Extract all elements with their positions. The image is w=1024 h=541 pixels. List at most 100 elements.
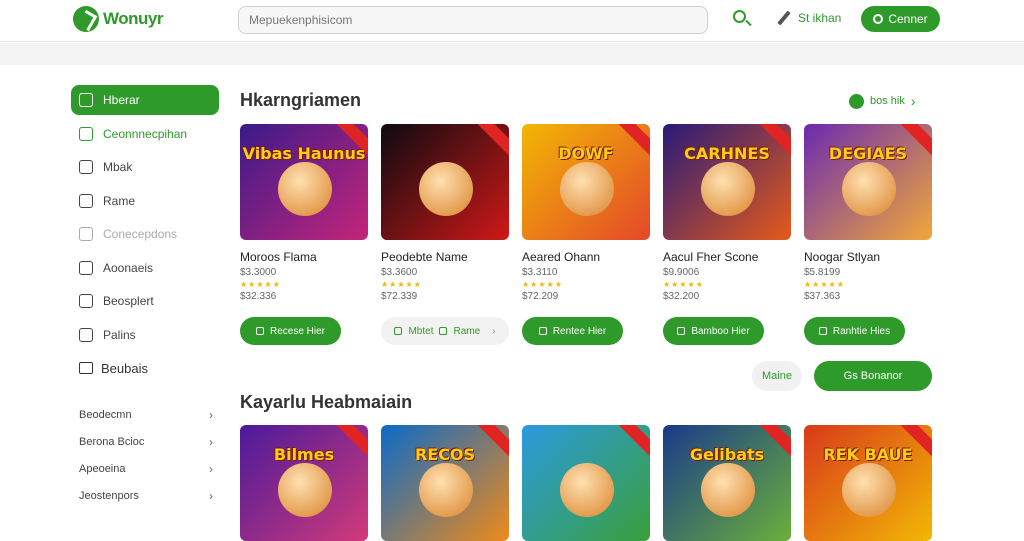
game-card[interactable]: Bilmes [240,425,368,541]
sidebar-item-label: Rame [103,193,136,208]
logo[interactable]: Wonuyr [73,6,163,32]
thumbnail-title: REK BAUE [823,445,913,464]
game-row-1: Vibas Haunus Moroos Flama $3.3000 ★★★★★ $32.… [240,124,932,345]
install-icon [255,327,264,335]
chevron-right-icon: › [209,488,213,503]
game-name: Peodebte Name [381,250,468,264]
install-button[interactable]: Rentee Hier [522,317,623,345]
more-button[interactable]: Maine [752,361,802,391]
rating-stars-icon: ★★★★★ [663,280,704,289]
connect-label: Cenner [888,12,928,26]
sidebar-item-label: Hberar [103,93,140,107]
square-icon [79,160,93,174]
game-card[interactable]: Peodebte Name $3.3600 ★★★★★ $72.339 Mbtet Ram… [381,124,509,345]
grid-icon [79,126,93,141]
install-button[interactable]: Ranhtie Hies [804,317,905,345]
thumbnail-title: RECOS [414,445,476,464]
character-art [701,463,755,517]
thumbnail-title: DEGIAES [828,144,908,163]
controller-icon [79,260,93,275]
header-band [0,43,1024,65]
game-thumbnail[interactable]: Vibas Haunus [240,124,368,240]
install-label: Rentee Hier [552,325,607,337]
game-name: Aeared Ohann [522,250,601,264]
sidebar-item-home[interactable]: Hberar [71,85,219,115]
sidebar-item-label: Mbak [103,160,133,174]
connect-button[interactable]: Cenner [861,6,940,32]
cloud-icon [79,227,93,241]
search-input[interactable] [238,6,708,34]
game-thumbnail[interactable]: Bilmes [240,425,368,541]
game-thumbnail[interactable]: Gelibats [663,425,791,541]
thumbnail-title: Vibas Haunus [242,144,366,163]
chevron-right-icon: › [910,93,916,109]
top-bar: Wonuyr St ikhan Cenner [0,0,1024,42]
game-card[interactable]: CARHNES Aacul Fher Scone $9.9006 ★★★★★ $32.2… [663,124,791,345]
see-more-link[interactable]: bos hik › [849,93,916,109]
chevron-right-icon: › [209,434,213,449]
game-card[interactable]: RECOS [381,425,509,541]
ribbon-badge [617,425,650,459]
install-button[interactable]: Bamboo Hier [663,317,764,345]
character-art [419,463,473,517]
sidebar-item-rame[interactable]: Rame [71,186,219,216]
sidebar-item-label: Conecepdons [103,227,178,241]
sidebar-link-label: Jeostenpors [79,489,139,502]
sidebar-item-beosplert[interactable]: Beosplert [71,286,219,316]
game-thumbnail[interactable]: DEGIAES [804,124,932,240]
game-price: $72.209 [522,291,559,302]
install-icon [538,327,547,335]
home-icon [79,93,93,107]
game-card[interactable]: DEGIAES Noogar Stlyan $5.8199 ★★★★★ $37.363 R… [804,124,932,345]
chevron-right-icon: › [492,325,496,337]
signin-link[interactable]: St ikhan [776,10,841,26]
game-card[interactable]: REK BAUE [804,425,932,541]
game-thumbnail[interactable]: REK BAUE [804,425,932,541]
game-name: Aacul Fher Scone [663,250,759,264]
game-card[interactable]: Vibas Haunus Moroos Flama $3.3000 ★★★★★ $32.… [240,124,368,345]
game-price: $37.363 [804,291,841,302]
sidebar-link[interactable]: Beodecmn › [71,401,219,428]
character-art [560,463,614,517]
game-price: $32.200 [663,291,700,302]
rating-stars-icon: ★★★★★ [381,280,422,289]
install-button[interactable]: Mbtet Rame › [381,317,509,345]
view-all-button[interactable]: Gs Bonanor [814,361,932,391]
install-secondary-label: Rame [453,325,481,337]
circle-icon [873,14,884,24]
sidebar-link[interactable]: Apeoeina › [71,455,219,482]
search-icon[interactable] [731,8,753,30]
sidebar-item-label: Beosplert [103,294,154,308]
install-button[interactable]: Recese Hier [240,317,341,345]
chevron-right-icon: › [209,461,213,476]
list-icon [79,294,93,308]
game-thumbnail[interactable]: RECOS [381,425,509,541]
game-thumbnail[interactable]: CARHNES [663,124,791,240]
pencil-icon [776,10,792,26]
game-card[interactable]: DOWF Aeared Ohann $3.3110 ★★★★★ $72.209 Rente… [522,124,650,345]
sidebar-item-aoonaeis[interactable]: Aoonaeis [71,253,219,283]
row-actions: Maine Gs Bonanor [752,361,932,391]
sidebar-item-palins[interactable]: Palins [71,320,219,350]
install-icon [677,327,686,335]
character-art [278,162,332,216]
game-thumbnail[interactable]: DOWF [522,124,650,240]
sidebar-link[interactable]: Jeostenpors › [71,482,219,509]
game-price: $32.336 [240,291,277,302]
game-card[interactable] [522,425,650,541]
character-art [278,463,332,517]
sidebar-item-mbak[interactable]: Mbak [71,152,219,182]
install-label: Mbtet [408,325,434,337]
pin-icon [79,193,93,208]
game-card[interactable]: Gelibats [663,425,791,541]
sidebar-item-connections[interactable]: Ceonnnecpihan [71,119,219,149]
sidebar-item-label: Aoonaeis [103,260,154,275]
sidebar-link[interactable]: Berona Bcioc › [71,428,219,455]
character-art [560,162,614,216]
game-row-2: Bilmes RECOS Gelibats REK BAUE [240,425,932,541]
thumbnail-title: CARHNES [684,144,770,163]
character-art [701,162,755,216]
sidebar-item-conecepdons[interactable]: Conecepdons [71,219,219,249]
game-thumbnail[interactable] [522,425,650,541]
game-thumbnail[interactable] [381,124,509,240]
